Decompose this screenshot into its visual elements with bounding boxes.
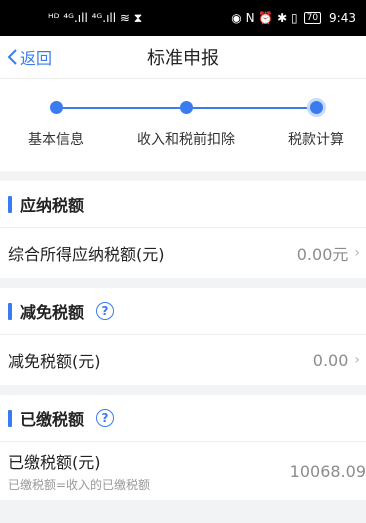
battery-icon: 70	[303, 12, 322, 24]
step-label-tax-calculation: 税款计算	[288, 132, 344, 148]
paid-tax-row: 已缴税额(元) 已缴税额=收入的已缴税额 10068.09	[0, 442, 366, 500]
payable-tax-row[interactable]: 综合所得应纳税额(元) 0.00元 ›	[0, 228, 366, 278]
section-title-reduction: 减免税额	[20, 303, 85, 322]
chevron-right-icon: ›	[354, 352, 360, 368]
paid-tax-label: 已缴税额(元)	[8, 453, 101, 472]
step-dot-basic-info	[49, 101, 63, 114]
step-label-income-deduction: 收入和税前扣除	[137, 132, 235, 148]
step-label-basic-info: 基本信息	[28, 132, 84, 148]
system-icons: ◉ N ⏰ ✱ ▯	[231, 11, 298, 25]
section-accent-bar	[8, 409, 12, 427]
help-icon[interactable]: ?	[96, 409, 115, 427]
payable-tax-value: 0.00元	[296, 245, 349, 264]
help-icon[interactable]: ?	[96, 302, 115, 320]
status-bar-signal-icons: ᴴᴰ ⁴ᴳ.ıll ⁴ᴳ.ıll ≋ ⧗	[48, 11, 142, 26]
nav-bar: 返回 标准申报	[0, 36, 366, 79]
step-dot-income-deduction	[179, 101, 193, 114]
divider	[0, 385, 366, 395]
status-bar-right: ◉ N ⏰ ✱ ▯ 70 9:43	[231, 11, 356, 25]
status-time: 9:43	[329, 11, 356, 25]
divider	[0, 278, 366, 288]
divider	[0, 171, 366, 181]
section-title-payable: 应纳税额	[20, 196, 85, 215]
paid-tax-formula: 已缴税额=收入的已缴税额	[8, 478, 151, 492]
payable-tax-label: 综合所得应纳税额(元)	[8, 245, 165, 264]
step-dot-tax-calculation	[306, 98, 326, 117]
section-header-reduction: 减免税额 ?	[0, 288, 366, 335]
chevron-right-icon: ›	[354, 245, 360, 261]
section-title-paid: 已缴税额	[20, 410, 85, 429]
reduction-tax-label: 减免税额(元)	[8, 352, 101, 371]
status-bar: ᴴᴰ ⁴ᴳ.ıll ⁴ᴳ.ıll ≋ ⧗ ◉ N ⏰ ✱ ▯ 70 9:43	[0, 0, 366, 36]
reduction-tax-row[interactable]: 减免税额(元) 0.00 ›	[0, 335, 366, 385]
reduction-tax-value: 0.00	[312, 350, 349, 370]
paid-tax-value: 10068.09	[289, 461, 366, 481]
section-accent-bar	[8, 302, 12, 320]
section-header-payable: 应纳税额	[0, 181, 366, 228]
signal-icon: ᴴᴰ ⁴ᴳ.ıll ⁴ᴳ.ıll ≋ ⧗	[48, 10, 143, 25]
page-title: 标准申报	[147, 48, 219, 69]
section-accent-bar	[8, 195, 12, 213]
back-label: 返回	[20, 49, 53, 68]
progress-steps: 基本信息 收入和税前扣除 税款计算	[0, 79, 366, 171]
chevron-left-icon	[7, 49, 17, 65]
section-header-paid: 已缴税额 ?	[0, 395, 366, 442]
back-button[interactable]: 返回	[6, 36, 52, 78]
